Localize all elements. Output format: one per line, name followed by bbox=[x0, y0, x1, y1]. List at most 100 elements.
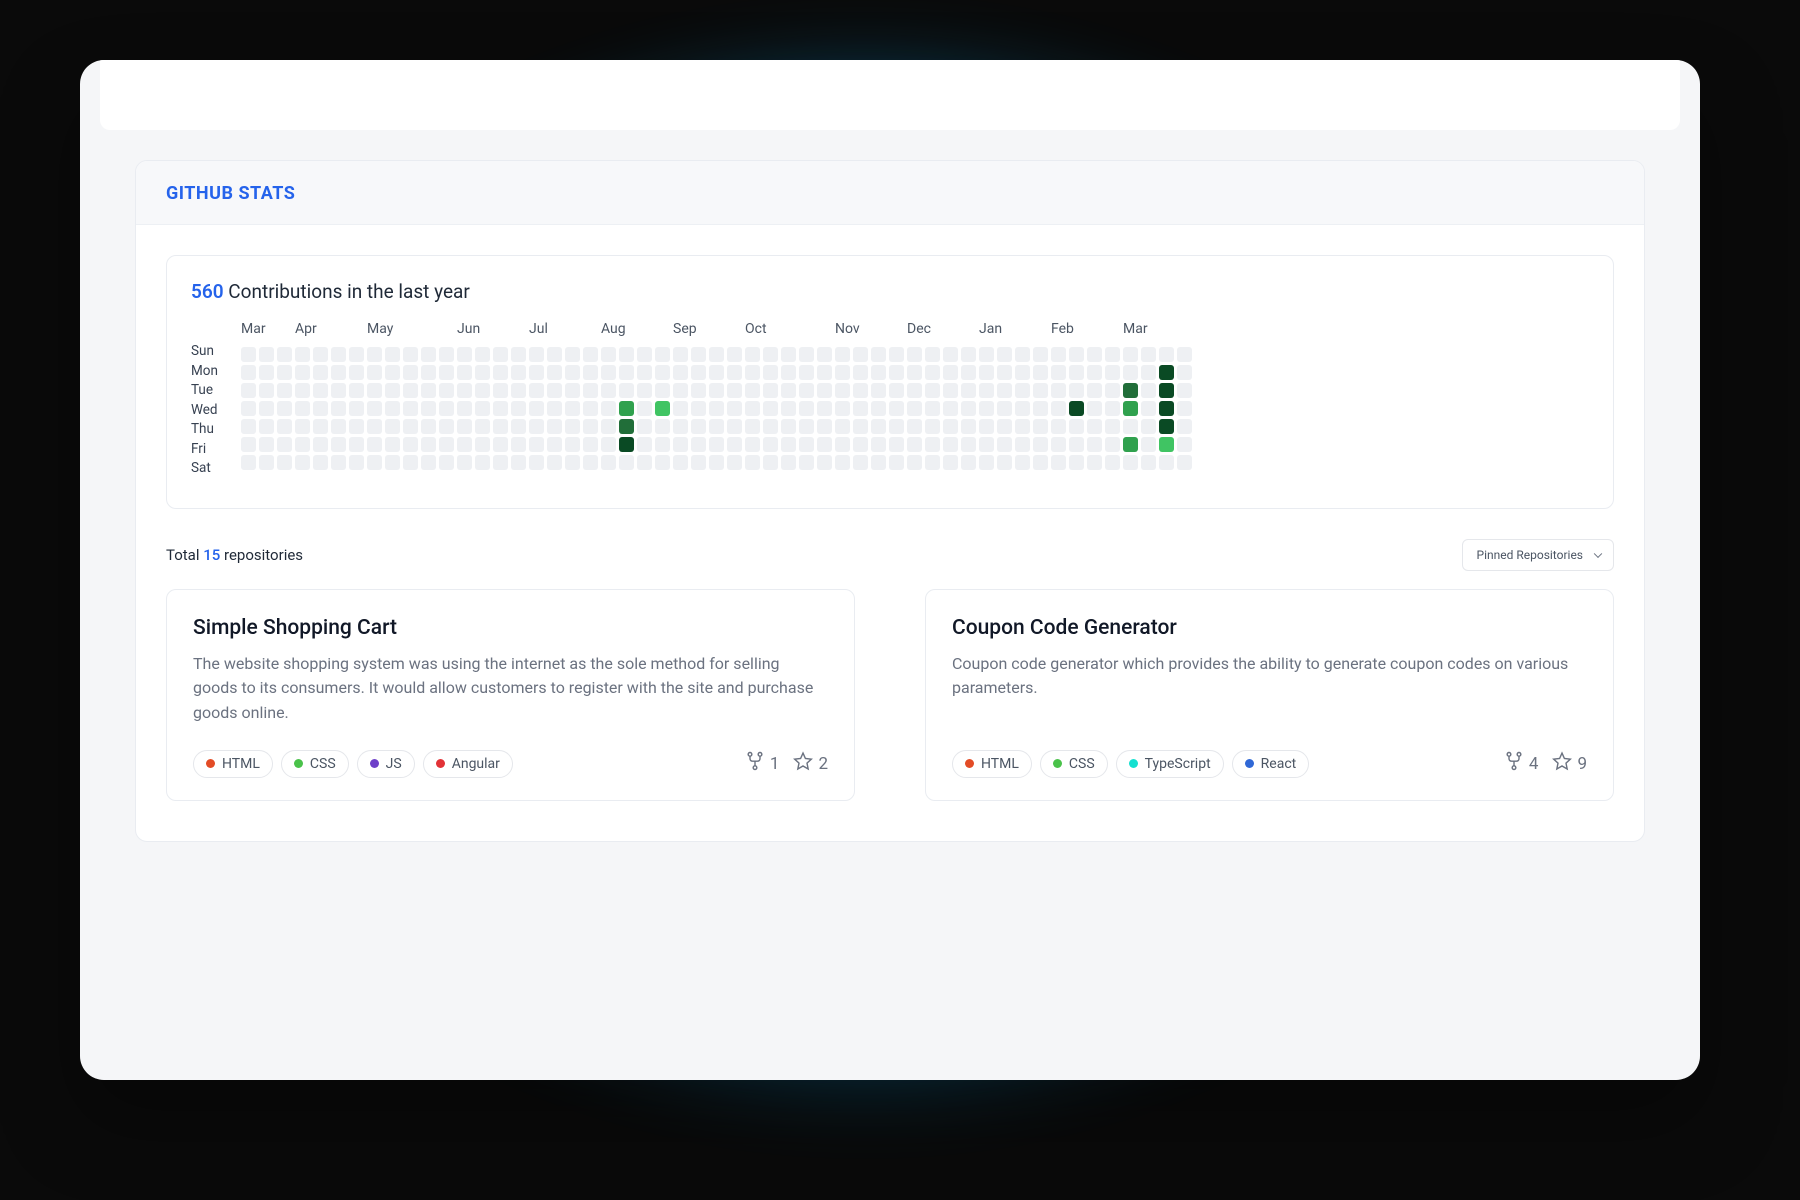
calendar-cell[interactable] bbox=[1051, 419, 1066, 434]
calendar-cell[interactable] bbox=[709, 455, 724, 470]
calendar-cell[interactable] bbox=[385, 419, 400, 434]
calendar-cell[interactable] bbox=[1141, 347, 1156, 362]
calendar-cell[interactable] bbox=[673, 401, 688, 416]
calendar-cell[interactable] bbox=[979, 365, 994, 380]
calendar-cell[interactable] bbox=[583, 383, 598, 398]
language-tag[interactable]: Angular bbox=[423, 750, 513, 778]
calendar-cell[interactable] bbox=[871, 401, 886, 416]
calendar-cell[interactable] bbox=[1159, 455, 1174, 470]
calendar-cell[interactable] bbox=[943, 401, 958, 416]
calendar-cell[interactable] bbox=[529, 455, 544, 470]
calendar-cell[interactable] bbox=[511, 437, 526, 452]
calendar-cell[interactable] bbox=[997, 437, 1012, 452]
calendar-cell[interactable] bbox=[727, 383, 742, 398]
calendar-cell[interactable] bbox=[835, 455, 850, 470]
calendar-cell[interactable] bbox=[1087, 455, 1102, 470]
calendar-cell[interactable] bbox=[601, 365, 616, 380]
calendar-cell[interactable] bbox=[547, 455, 562, 470]
calendar-cell[interactable] bbox=[835, 365, 850, 380]
calendar-cell[interactable] bbox=[529, 347, 544, 362]
calendar-cell[interactable] bbox=[1105, 419, 1120, 434]
calendar-cell[interactable] bbox=[979, 419, 994, 434]
calendar-cell[interactable] bbox=[295, 419, 310, 434]
calendar-cell[interactable] bbox=[1015, 383, 1030, 398]
calendar-cell[interactable] bbox=[1123, 383, 1138, 398]
calendar-cell[interactable] bbox=[1069, 347, 1084, 362]
calendar-cell[interactable] bbox=[1087, 365, 1102, 380]
calendar-cell[interactable] bbox=[889, 455, 904, 470]
calendar-cell[interactable] bbox=[1087, 383, 1102, 398]
fork-stat[interactable]: 1 bbox=[745, 751, 780, 776]
calendar-cell[interactable] bbox=[1141, 455, 1156, 470]
calendar-cell[interactable] bbox=[277, 437, 292, 452]
calendar-cell[interactable] bbox=[349, 455, 364, 470]
calendar-cell[interactable] bbox=[385, 401, 400, 416]
calendar-cell[interactable] bbox=[673, 365, 688, 380]
calendar-cell[interactable] bbox=[1123, 401, 1138, 416]
calendar-cell[interactable] bbox=[763, 365, 778, 380]
calendar-cell[interactable] bbox=[1087, 437, 1102, 452]
calendar-cell[interactable] bbox=[439, 383, 454, 398]
calendar-cell[interactable] bbox=[709, 419, 724, 434]
calendar-cell[interactable] bbox=[349, 383, 364, 398]
calendar-cell[interactable] bbox=[367, 455, 382, 470]
calendar-cell[interactable] bbox=[1105, 365, 1120, 380]
calendar-cell[interactable] bbox=[601, 347, 616, 362]
calendar-cell[interactable] bbox=[1051, 347, 1066, 362]
calendar-cell[interactable] bbox=[313, 347, 328, 362]
calendar-cell[interactable] bbox=[817, 419, 832, 434]
calendar-cell[interactable] bbox=[565, 401, 580, 416]
repo-card[interactable]: Coupon Code GeneratorCoupon code generat… bbox=[925, 589, 1614, 801]
calendar-cell[interactable] bbox=[1087, 419, 1102, 434]
calendar-cell[interactable] bbox=[475, 365, 490, 380]
calendar-cell[interactable] bbox=[853, 455, 868, 470]
repo-filter-dropdown[interactable]: Pinned Repositories bbox=[1462, 539, 1615, 571]
calendar-cell[interactable] bbox=[799, 365, 814, 380]
calendar-cell[interactable] bbox=[565, 365, 580, 380]
calendar-cell[interactable] bbox=[763, 437, 778, 452]
calendar-cell[interactable] bbox=[835, 437, 850, 452]
calendar-cell[interactable] bbox=[565, 437, 580, 452]
calendar-cell[interactable] bbox=[961, 401, 976, 416]
calendar-cell[interactable] bbox=[1159, 365, 1174, 380]
calendar-cell[interactable] bbox=[1105, 437, 1120, 452]
calendar-cell[interactable] bbox=[907, 419, 922, 434]
calendar-cell[interactable] bbox=[295, 365, 310, 380]
calendar-cell[interactable] bbox=[421, 401, 436, 416]
calendar-cell[interactable] bbox=[691, 383, 706, 398]
calendar-cell[interactable] bbox=[583, 437, 598, 452]
calendar-cell[interactable] bbox=[403, 419, 418, 434]
calendar-cell[interactable] bbox=[997, 347, 1012, 362]
calendar-cell[interactable] bbox=[745, 437, 760, 452]
calendar-cell[interactable] bbox=[421, 347, 436, 362]
calendar-cell[interactable] bbox=[475, 347, 490, 362]
calendar-cell[interactable] bbox=[565, 419, 580, 434]
calendar-cell[interactable] bbox=[475, 455, 490, 470]
calendar-cell[interactable] bbox=[1051, 437, 1066, 452]
calendar-cell[interactable] bbox=[889, 365, 904, 380]
calendar-cell[interactable] bbox=[547, 419, 562, 434]
calendar-cell[interactable] bbox=[295, 383, 310, 398]
calendar-cell[interactable] bbox=[295, 347, 310, 362]
calendar-cell[interactable] bbox=[943, 419, 958, 434]
calendar-cell[interactable] bbox=[511, 383, 526, 398]
calendar-cell[interactable] bbox=[259, 365, 274, 380]
calendar-cell[interactable] bbox=[493, 419, 508, 434]
calendar-cell[interactable] bbox=[637, 383, 652, 398]
calendar-cell[interactable] bbox=[403, 383, 418, 398]
calendar-cell[interactable] bbox=[925, 383, 940, 398]
calendar-cell[interactable] bbox=[421, 419, 436, 434]
calendar-cell[interactable] bbox=[1141, 383, 1156, 398]
calendar-cell[interactable] bbox=[727, 365, 742, 380]
calendar-cell[interactable] bbox=[259, 383, 274, 398]
calendar-cell[interactable] bbox=[1087, 401, 1102, 416]
calendar-cell[interactable] bbox=[745, 365, 760, 380]
calendar-cell[interactable] bbox=[277, 401, 292, 416]
calendar-cell[interactable] bbox=[583, 347, 598, 362]
calendar-cell[interactable] bbox=[241, 347, 256, 362]
calendar-cell[interactable] bbox=[1069, 383, 1084, 398]
calendar-cell[interactable] bbox=[547, 437, 562, 452]
calendar-cell[interactable] bbox=[1051, 383, 1066, 398]
calendar-cell[interactable] bbox=[835, 401, 850, 416]
calendar-cell[interactable] bbox=[997, 419, 1012, 434]
